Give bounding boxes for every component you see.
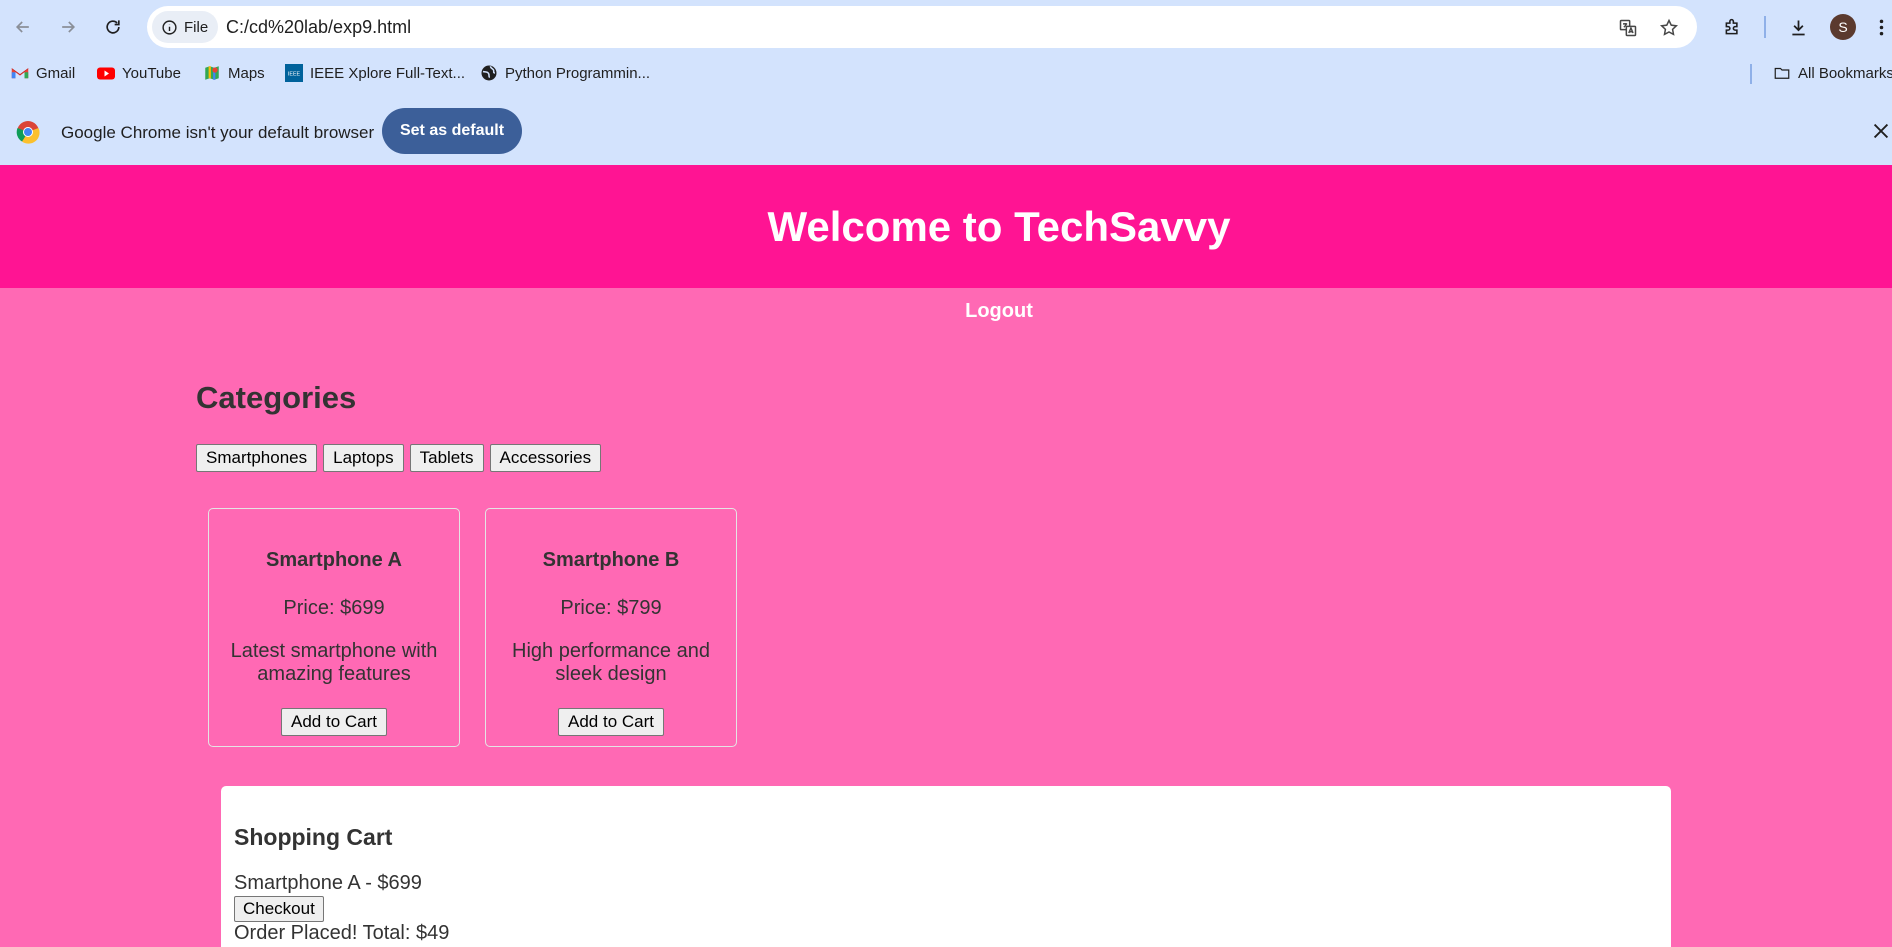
category-smartphones-button[interactable]: Smartphones bbox=[196, 444, 318, 472]
shopping-cart: Shopping Cart Smartphone A - $699 Checko… bbox=[221, 786, 1671, 947]
product-card: Smartphone A Price: $699 Latest smartpho… bbox=[208, 508, 460, 747]
url-text[interactable]: C:/cd%20lab/exp9.html bbox=[226, 17, 411, 38]
product-price: Price: $799 bbox=[560, 597, 662, 619]
forward-arrow-icon bbox=[62, 21, 76, 33]
forward-button[interactable] bbox=[53, 12, 83, 42]
bookmark-label: Maps bbox=[228, 64, 265, 82]
menu-kebab-icon[interactable] bbox=[1870, 12, 1892, 42]
bookmark-maps[interactable]: Maps bbox=[203, 60, 265, 86]
product-list: Smartphone A Price: $699 Latest smartpho… bbox=[208, 508, 737, 747]
product-name: Smartphone B bbox=[542, 549, 680, 571]
logout-link[interactable]: Logout bbox=[965, 300, 1033, 323]
profile-avatar[interactable]: S bbox=[1830, 14, 1856, 40]
gmail-icon bbox=[11, 64, 29, 82]
category-accessories-button[interactable]: Accessories bbox=[489, 444, 602, 472]
bookmark-star-icon[interactable] bbox=[1657, 16, 1681, 40]
browser-chrome: File C:/cd%20lab/exp9.html S Gmail YouTu… bbox=[0, 0, 1892, 165]
product-card: Smartphone B Price: $799 High performanc… bbox=[485, 508, 737, 747]
folder-icon bbox=[1773, 64, 1791, 82]
bookmark-label: Gmail bbox=[36, 64, 76, 82]
back-button[interactable] bbox=[8, 12, 38, 42]
site-info-chip[interactable]: File bbox=[152, 11, 219, 43]
site-chip-label: File bbox=[184, 18, 209, 36]
globe-icon bbox=[480, 64, 498, 82]
reload-button[interactable] bbox=[98, 12, 128, 42]
checkout-button[interactable]: Checkout bbox=[234, 896, 324, 922]
all-bookmarks-folder[interactable]: All Bookmarks bbox=[1773, 60, 1892, 86]
add-to-cart-button[interactable]: Add to Cart bbox=[558, 708, 664, 736]
ieee-icon: IEEE bbox=[285, 64, 303, 82]
extensions-icon[interactable] bbox=[1717, 12, 1747, 42]
cart-item: Smartphone A - $699 bbox=[234, 872, 422, 894]
toolbar-divider bbox=[1764, 16, 1766, 38]
product-name: Smartphone A bbox=[266, 549, 402, 571]
bookmark-ieee[interactable]: IEEE IEEE Xplore Full-Text... bbox=[285, 60, 465, 86]
maps-icon bbox=[203, 64, 221, 82]
bookmark-python[interactable]: Python Programmin... bbox=[480, 60, 650, 86]
close-icon[interactable] bbox=[1870, 120, 1892, 142]
categories-heading: Categories bbox=[196, 380, 357, 415]
youtube-icon bbox=[97, 64, 115, 82]
bookmark-youtube[interactable]: YouTube bbox=[97, 60, 181, 86]
site-header: Welcome to TechSavvy bbox=[0, 165, 1892, 288]
reload-icon bbox=[106, 20, 120, 34]
bookmarks-bar: Gmail YouTube Maps IEEE IEEE Xplore Full… bbox=[0, 58, 1892, 88]
category-laptops-button[interactable]: Laptops bbox=[323, 444, 404, 472]
bookmark-label: IEEE Xplore Full-Text... bbox=[310, 64, 466, 82]
browser-toolbar: File C:/cd%20lab/exp9.html S bbox=[0, 0, 1892, 54]
category-buttons: Smartphones Laptops Tablets Accessories bbox=[196, 444, 602, 472]
category-tablets-button[interactable]: Tablets bbox=[409, 444, 484, 472]
product-price: Price: $699 bbox=[283, 597, 385, 619]
bookmark-label: Python Programmin... bbox=[505, 64, 651, 82]
translate-icon[interactable] bbox=[1616, 16, 1640, 40]
address-bar[interactable]: File C:/cd%20lab/exp9.html bbox=[147, 6, 1697, 48]
cart-heading: Shopping Cart bbox=[234, 824, 393, 850]
add-to-cart-button[interactable]: Add to Cart bbox=[281, 708, 387, 736]
set-as-default-button[interactable]: Set as default bbox=[382, 108, 522, 154]
chrome-logo-icon bbox=[16, 121, 40, 144]
main-content: Categories Smartphones Laptops Tablets A… bbox=[196, 380, 1686, 747]
bookmarks-divider bbox=[1750, 64, 1752, 84]
page-title: Welcome to TechSavvy bbox=[767, 202, 1231, 250]
site-nav: Logout bbox=[0, 288, 1892, 334]
svg-text:IEEE: IEEE bbox=[288, 72, 301, 78]
bookmark-label: YouTube bbox=[122, 64, 181, 82]
default-browser-infobar: Google Chrome isn't your default browser… bbox=[0, 102, 1892, 162]
all-bookmarks-label: All Bookmarks bbox=[1798, 64, 1892, 82]
info-icon bbox=[162, 19, 177, 35]
download-icon[interactable] bbox=[1783, 12, 1813, 42]
product-description: High performance and sleek design bbox=[512, 640, 710, 685]
bookmark-gmail[interactable]: Gmail bbox=[11, 60, 75, 86]
infobar-message: Google Chrome isn't your default browser bbox=[61, 123, 375, 142]
product-description: Latest smartphone with amazing features bbox=[230, 640, 438, 685]
order-status: Order Placed! Total: $49 bbox=[234, 922, 450, 944]
back-arrow-icon bbox=[15, 21, 29, 33]
